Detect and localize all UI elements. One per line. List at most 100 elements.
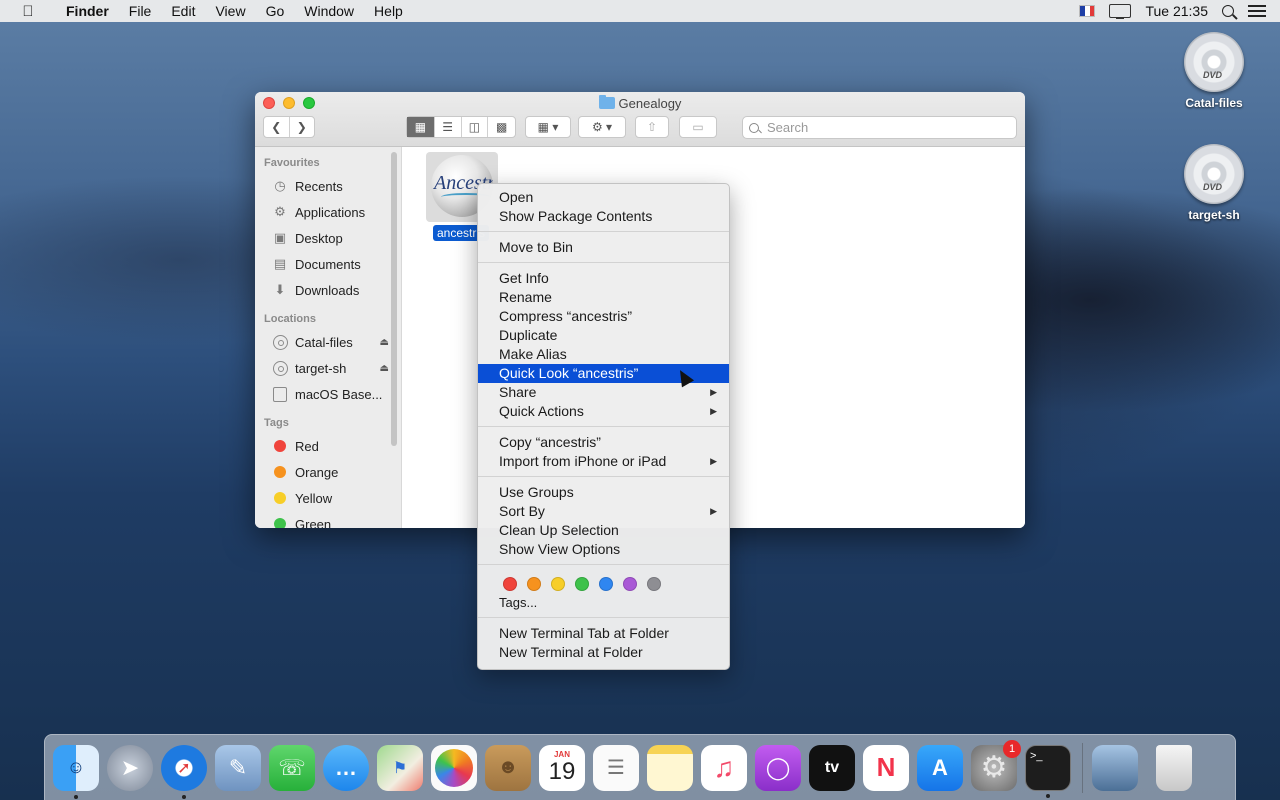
menu-item-new-terminal-tab[interactable]: New Terminal Tab at Folder — [478, 624, 729, 643]
eagle-icon[interactable]: ✎ — [215, 744, 261, 791]
spotlight-search-icon[interactable] — [1222, 5, 1234, 17]
desktop-disk-label: target-sh — [1188, 208, 1240, 222]
notepad-icon[interactable] — [647, 744, 693, 791]
menu-window[interactable]: Window — [294, 0, 364, 22]
sidebar-tag-orange[interactable]: Orange — [255, 459, 401, 485]
tag-red-button[interactable] — [503, 576, 517, 591]
menu-file[interactable]: File — [119, 0, 162, 22]
action-button[interactable]: ⚙ ▾ — [578, 116, 626, 138]
tv-icon[interactable]: tv — [809, 744, 855, 791]
back-forward-control: ❮ ❯ — [263, 116, 315, 138]
eject-icon[interactable]: ⏏ — [380, 363, 389, 374]
menu-item-show-view-options[interactable]: Show View Options — [478, 540, 729, 559]
menu-item-new-terminal[interactable]: New Terminal at Folder — [478, 643, 729, 662]
menu-separator — [478, 617, 729, 618]
menu-item-clean-up-selection[interactable]: Clean Up Selection — [478, 521, 729, 540]
app-store-icon[interactable]: A — [917, 744, 963, 791]
sidebar-tag-red[interactable]: Red — [255, 433, 401, 459]
sidebar-tag-yellow[interactable]: Yellow — [255, 485, 401, 511]
list-view-button[interactable]: ☰ — [435, 117, 462, 137]
music-note-icon[interactable]: ♫ — [701, 744, 747, 791]
search-icon — [749, 122, 759, 133]
french-flag-icon[interactable] — [1079, 5, 1096, 17]
eject-icon[interactable]: ⏏ — [380, 337, 389, 348]
sidebar-tag-green[interactable]: Green — [255, 511, 401, 528]
gallery-view-button[interactable]: ▩ — [488, 117, 515, 137]
tag-orange-button[interactable] — [527, 576, 541, 591]
finder-icon[interactable]: ☺ — [53, 744, 99, 799]
share-button[interactable]: ⇧ — [635, 116, 669, 138]
photo-stack-icon[interactable] — [1092, 744, 1138, 791]
sidebar-item-target-sh[interactable]: target-sh ⏏ — [255, 355, 401, 381]
list-icon[interactable]: ☰ — [593, 744, 639, 791]
menu-item-move-to-bin[interactable]: Move to Bin — [478, 238, 729, 257]
video-icon[interactable]: ☏ — [269, 744, 315, 791]
group-by-button[interactable]: ▦ ▾ — [525, 116, 571, 138]
menu-item-compress[interactable]: Compress “ancestris” — [478, 307, 729, 326]
menu-item-open[interactable]: Open — [478, 188, 729, 207]
sidebar-item-downloads[interactable]: ⬇ Downloads — [255, 277, 401, 303]
dvd-icon: DVD — [1184, 144, 1244, 204]
tag-yellow-button[interactable] — [551, 576, 565, 591]
menu-view[interactable]: View — [205, 0, 255, 22]
clock-icon: ◷ — [274, 178, 286, 193]
tag-gray-button[interactable] — [647, 576, 661, 591]
address-book-icon[interactable]: ☻ — [485, 744, 531, 791]
notification-center-icon[interactable] — [1248, 5, 1266, 17]
podcast-icon[interactable]: ◯ — [755, 744, 801, 791]
icon-view-button[interactable]: ▦ — [407, 117, 435, 137]
flower-icon[interactable] — [431, 744, 477, 791]
forward-button[interactable]: ❯ — [290, 117, 315, 137]
search-input[interactable]: Search — [742, 116, 1017, 139]
sidebar-item-applications[interactable]: ⚙ Applications — [255, 199, 401, 225]
desktop-disk-target-sh[interactable]: DVD target-sh — [1164, 144, 1264, 222]
menu-item-make-alias[interactable]: Make Alias — [478, 345, 729, 364]
sidebar-item-recents[interactable]: ◷ Recents — [255, 173, 401, 199]
context-menu: Open Show Package Contents Move to Bin G… — [477, 183, 730, 670]
sidebar-header-locations: Locations — [264, 313, 316, 325]
menu-item-import-from-iphone[interactable]: Import from iPhone or iPad ▶ — [478, 452, 729, 471]
sidebar-item-catal-files[interactable]: Catal-files ⏏ — [255, 329, 401, 355]
app-menu-finder[interactable]: Finder — [56, 0, 119, 22]
calendar-icon[interactable]: JAN 19 — [539, 744, 585, 791]
window-title: Genealogy — [255, 95, 1025, 111]
sidebar-item-desktop[interactable]: ▣ Desktop — [255, 225, 401, 251]
menu-item-share[interactable]: Share ▶ — [478, 383, 729, 402]
menu-item-quick-actions[interactable]: Quick Actions ▶ — [478, 402, 729, 421]
red-tag-dot-icon — [274, 440, 286, 452]
menu-edit[interactable]: Edit — [161, 0, 205, 22]
display-mirroring-icon[interactable] — [1109, 4, 1132, 19]
menu-item-show-package-contents[interactable]: Show Package Contents — [478, 207, 729, 226]
speech-bubble-icon[interactable]: … — [323, 744, 369, 791]
gear-icon[interactable]: ⚙ 1 — [971, 739, 1021, 791]
menu-help[interactable]: Help — [364, 0, 413, 22]
menu-item-rename[interactable]: Rename — [478, 288, 729, 307]
menubar-clock[interactable]: Tue 21:35 — [1145, 3, 1208, 19]
menu-item-use-groups[interactable]: Use Groups — [478, 483, 729, 502]
menu-item-tags[interactable]: Tags... — [478, 593, 729, 612]
compass-icon[interactable]: ➚ — [161, 744, 207, 799]
back-button[interactable]: ❮ — [264, 117, 290, 137]
map-icon[interactable]: ⚑ — [377, 744, 423, 791]
tag-button[interactable]: ▭ — [679, 116, 717, 138]
tag-green-button[interactable] — [575, 576, 589, 591]
menu-item-copy[interactable]: Copy “ancestris” — [478, 433, 729, 452]
hard-drive-icon — [273, 386, 287, 402]
menu-item-sort-by[interactable]: Sort By ▶ — [478, 502, 729, 521]
terminal-icon[interactable]: >_ — [1025, 744, 1071, 798]
news-icon[interactable]: N — [863, 744, 909, 791]
apple-menu-icon[interactable]:  — [0, 3, 56, 20]
sidebar: Favourites ◷ Recents ⚙ Applications ▣ Deskt… — [255, 147, 402, 528]
column-view-button[interactable]: ◫ — [462, 117, 489, 137]
desktop-disk-catal-files[interactable]: DVD Catal-files — [1164, 32, 1264, 110]
rocket-icon[interactable]: ➤ — [107, 744, 153, 791]
sidebar-scrollbar[interactable] — [391, 152, 397, 446]
menu-item-duplicate[interactable]: Duplicate — [478, 326, 729, 345]
menu-item-get-info[interactable]: Get Info — [478, 269, 729, 288]
menu-go[interactable]: Go — [256, 0, 295, 22]
trash-icon[interactable] — [1156, 744, 1192, 791]
tag-purple-button[interactable] — [623, 576, 637, 591]
tag-blue-button[interactable] — [599, 576, 613, 591]
sidebar-item-documents[interactable]: ▤ Documents — [255, 251, 401, 277]
sidebar-item-macos-base[interactable]: macOS Base... — [255, 381, 401, 407]
